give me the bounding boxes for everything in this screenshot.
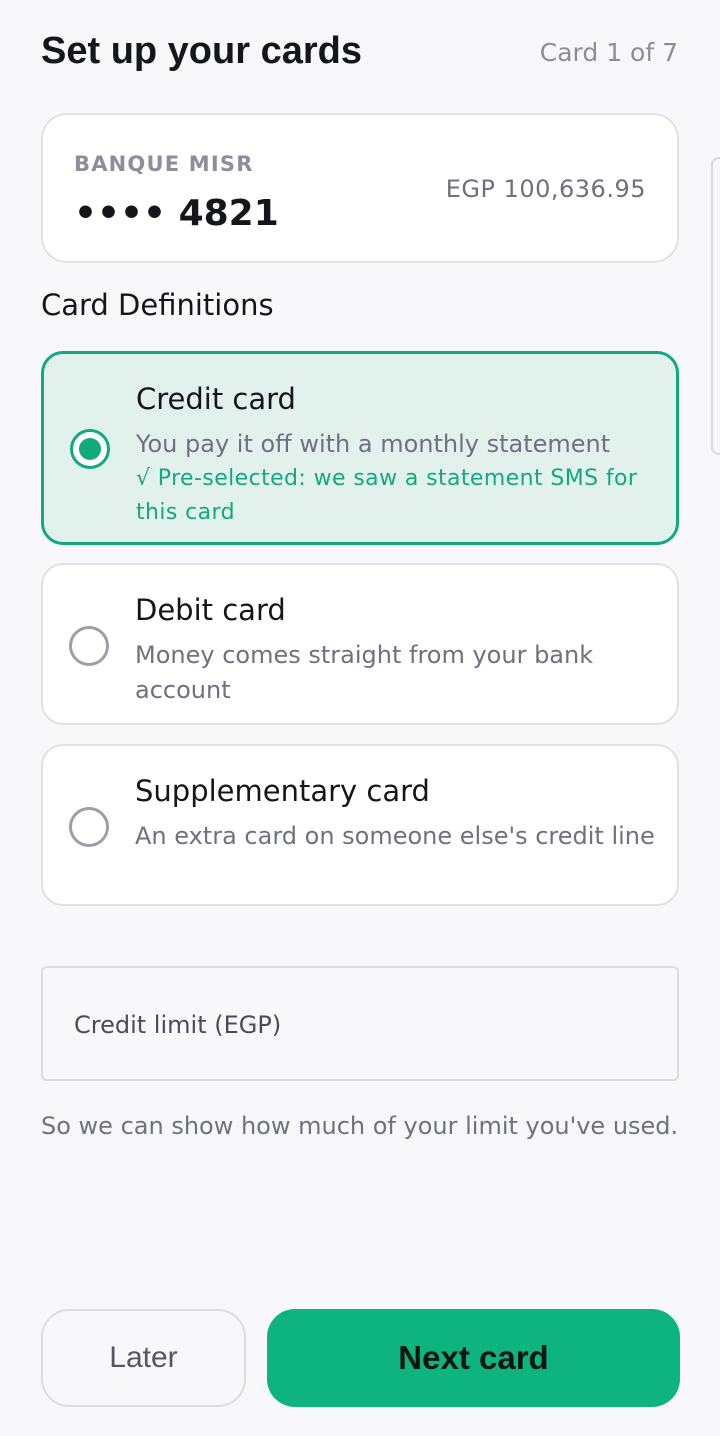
next-card-button[interactable]: Next card xyxy=(267,1309,680,1407)
radio-debit-card[interactable] xyxy=(69,626,109,666)
radio-supplementary-card[interactable] xyxy=(69,807,109,847)
option-title: Supplementary card xyxy=(135,774,430,808)
option-description: An extra card on someone else's credit l… xyxy=(135,822,655,850)
credit-limit-field[interactable]: Credit limit (EGP) xyxy=(41,966,679,1081)
credit-limit-input[interactable] xyxy=(74,1008,644,1046)
preselected-note: √ Pre-selected: we saw a statement SMS f… xyxy=(136,466,638,525)
option-title: Credit card xyxy=(136,382,296,416)
card-counter: Card 1 of 7 xyxy=(539,38,678,67)
option-supplementary-card[interactable]: Supplementary card An extra card on some… xyxy=(41,744,679,906)
account-balance: EGP 100,636.95 xyxy=(445,175,646,203)
bank-name: BANQUE MISR xyxy=(74,152,254,176)
section-title: Card Definitions xyxy=(41,288,274,322)
option-description: Money comes straight from your bank acco… xyxy=(135,641,594,704)
page-title: Set up your cards xyxy=(41,30,362,72)
option-credit-card[interactable]: Credit card You pay it off with a monthl… xyxy=(41,351,679,545)
option-description: You pay it off with a monthly statement xyxy=(136,430,611,458)
later-button[interactable]: Later xyxy=(41,1309,246,1407)
option-debit-card[interactable]: Debit card Money comes straight from you… xyxy=(41,563,679,725)
credit-limit-helper: So we can show how much of your limit yo… xyxy=(41,1112,679,1140)
masked-card-number: •••• 4821 xyxy=(74,193,279,234)
radio-credit-card[interactable] xyxy=(70,429,110,469)
option-title: Debit card xyxy=(135,593,286,627)
radio-selected-dot xyxy=(79,438,101,460)
scrollbar[interactable] xyxy=(711,157,720,455)
account-card: BANQUE MISR •••• 4821 EGP 100,636.95 xyxy=(41,113,679,263)
card-setup-screen: Set up your cards Card 1 of 7 BANQUE MIS… xyxy=(0,0,720,1436)
